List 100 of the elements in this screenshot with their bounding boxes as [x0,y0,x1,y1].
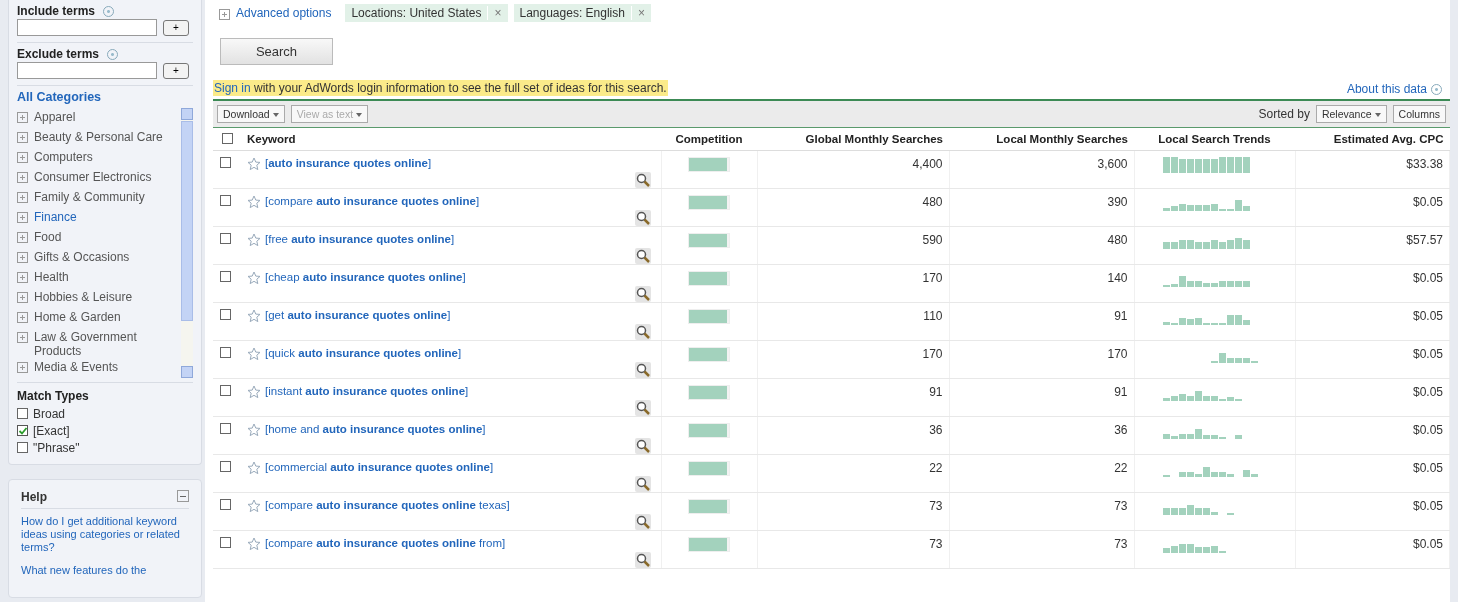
about-link[interactable]: About this data [1346,82,1427,96]
columns-button[interactable]: Columns [1392,105,1446,123]
magnifier-icon[interactable] [634,514,651,530]
keyword-link[interactable]: [free auto insurance quotes online] [265,233,655,245]
row-checkbox[interactable] [220,233,231,244]
expand-icon[interactable] [17,232,28,243]
sort-dropdown[interactable]: Relevance [1315,105,1387,123]
row-checkbox[interactable] [220,309,231,320]
category-item[interactable]: Hobbies & Leisure [34,290,133,304]
download-button[interactable]: Download [217,105,285,123]
row-checkbox[interactable] [220,537,231,548]
category-item[interactable]: Family & Community [34,190,145,204]
column-header[interactable]: Local Search Trends [1158,133,1271,145]
sign-in-link[interactable]: Sign in [214,81,251,95]
column-header[interactable]: Competition [675,133,743,145]
column-header[interactable]: Local Monthly Searches [996,133,1128,145]
expand-icon[interactable] [17,212,28,223]
row-checkbox[interactable] [220,271,231,282]
row-checkbox[interactable] [220,423,231,434]
collapse-icon[interactable] [177,490,189,502]
category-item[interactable]: Home & Garden [34,310,121,324]
expand-icon[interactable] [17,312,28,323]
category-item[interactable]: Finance [34,210,77,224]
help-icon[interactable] [107,48,119,60]
magnifier-icon[interactable] [634,324,651,340]
advanced-options-link[interactable]: Advanced options [236,6,332,20]
magnifier-icon[interactable] [634,362,651,378]
expand-icon[interactable] [17,272,28,283]
star-icon[interactable] [247,309,261,323]
row-checkbox[interactable] [220,499,231,510]
category-item[interactable]: Consumer Electronics [34,170,152,184]
star-icon[interactable] [247,385,261,399]
add-button[interactable]: + [163,19,189,36]
column-header[interactable]: Estimated Avg. CPC [1333,133,1444,145]
keyword-link[interactable]: [quick auto insurance quotes online] [265,347,655,359]
keyword-link[interactable]: [compare auto insurance quotes online texas] [265,499,655,511]
star-icon[interactable] [247,347,261,361]
star-icon[interactable] [247,461,261,475]
category-item[interactable]: Health [34,270,69,284]
row-checkbox[interactable] [220,347,231,358]
search-button[interactable]: Search [220,38,333,65]
expand-icon[interactable] [17,112,28,123]
expand-icon[interactable] [17,132,28,143]
help-link[interactable]: How do I get additional keyword ideas using categories or related terms? [21,515,189,554]
star-icon[interactable] [247,499,261,513]
column-header[interactable]: Global Monthly Searches [805,133,943,145]
magnifier-icon[interactable] [634,400,651,416]
row-checkbox[interactable] [220,195,231,206]
magnifier-icon[interactable] [634,552,651,568]
keyword-link[interactable]: [cheap auto insurance quotes online] [265,271,655,283]
category-item[interactable]: Gifts & Occasions [34,250,130,264]
help-link[interactable]: What new features do the [21,564,189,577]
keyword-link[interactable]: [home and auto insurance quotes online] [265,423,655,435]
remove-button[interactable]: × [487,6,508,20]
category-item[interactable]: Law & Government Products [34,330,181,358]
categories-heading[interactable]: All Categories [17,90,193,104]
checkbox[interactable] [17,425,28,436]
add-button[interactable]: + [163,62,189,79]
expand-icon[interactable] [17,332,28,343]
star-icon[interactable] [247,271,261,285]
expand-icon[interactable] [17,292,28,303]
checkbox[interactable] [17,442,28,453]
expand-icon[interactable] [17,192,28,203]
category-item[interactable]: Beauty & Personal Care [34,130,163,144]
keyword-link[interactable]: [get auto insurance quotes online] [265,309,655,321]
row-checkbox[interactable] [220,157,231,168]
keyword-link[interactable]: [compare auto insurance quotes online from] [265,537,655,549]
column-header[interactable]: Keyword [247,133,296,145]
category-item[interactable]: Computers [34,150,93,164]
expand-icon[interactable] [17,252,28,263]
help-icon[interactable] [103,5,115,17]
star-icon[interactable] [247,423,261,437]
input-field[interactable] [17,19,157,36]
keyword-link[interactable]: [compare auto insurance quotes online] [265,195,655,207]
magnifier-icon[interactable] [634,172,651,188]
expand-icon[interactable] [219,8,230,20]
remove-button[interactable]: × [630,6,651,20]
star-icon[interactable] [247,233,261,247]
magnifier-icon[interactable] [634,286,651,302]
star-icon[interactable] [247,537,261,551]
category-item[interactable]: Food [34,230,62,244]
magnifier-icon[interactable] [634,210,651,226]
select-all-checkbox[interactable] [221,132,233,144]
keyword-link[interactable]: [instant auto insurance quotes online] [265,385,655,397]
expand-icon[interactable] [17,172,28,183]
input-field[interactable] [17,62,157,79]
row-checkbox[interactable] [220,461,231,472]
checkbox[interactable] [17,408,28,419]
row-checkbox[interactable] [220,385,231,396]
magnifier-icon[interactable] [634,476,651,492]
category-item[interactable]: Apparel [34,110,76,124]
star-icon[interactable] [247,157,261,171]
expand-icon[interactable] [17,362,28,373]
star-icon[interactable] [247,195,261,209]
magnifier-icon[interactable] [634,248,651,264]
expand-icon[interactable] [17,152,28,163]
help-icon[interactable] [1431,83,1442,95]
magnifier-icon[interactable] [634,438,651,454]
category-item[interactable]: Media & Events [34,360,119,374]
keyword-link[interactable]: [commercial auto insurance quotes online] [265,461,655,473]
